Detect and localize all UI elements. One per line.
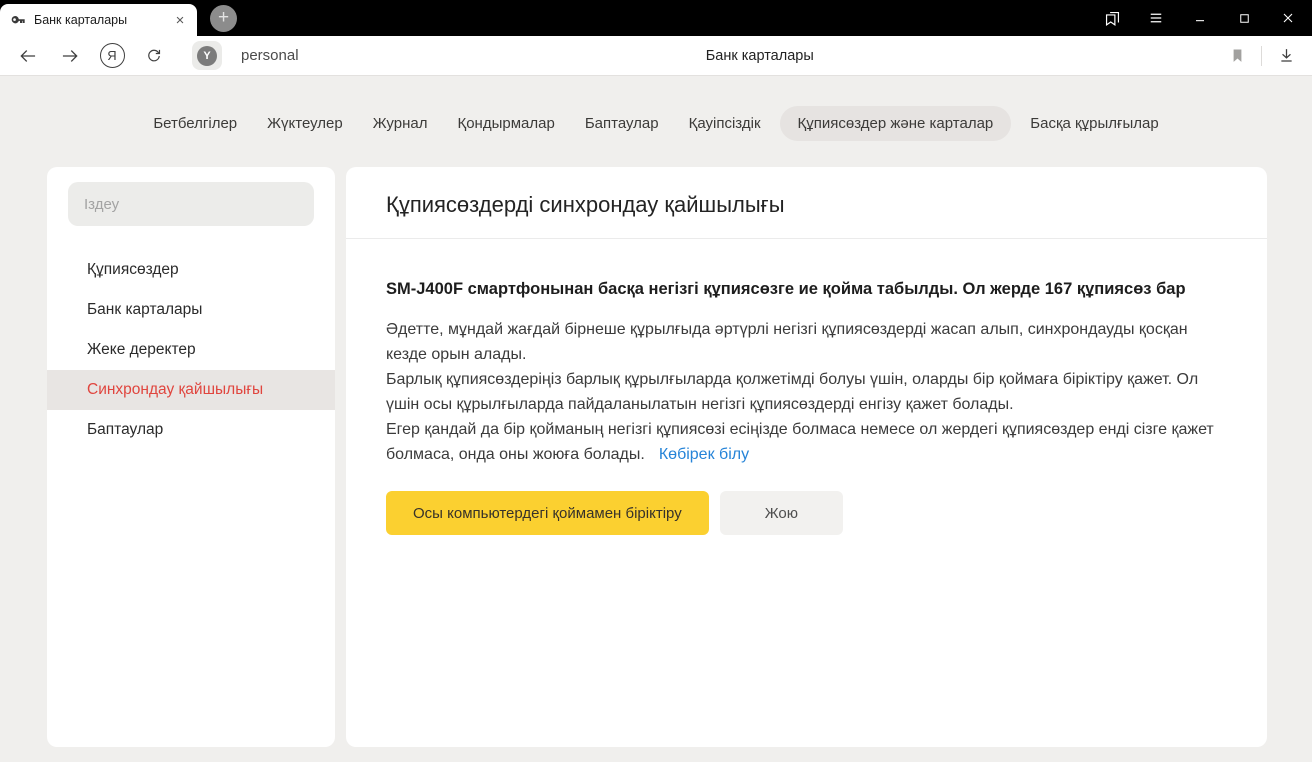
conflict-paragraph-text: Егер қандай да бір қойманың негізгі құпи… (386, 421, 1214, 463)
page-title: Құпиясөздерді синхрондау қайшылығы (346, 167, 1267, 218)
toolbar-divider (1261, 46, 1262, 66)
tab-title: Банк карталары (34, 13, 171, 27)
hamburger-menu-icon[interactable] (1134, 0, 1178, 36)
bookmark-flag-icon[interactable] (1221, 40, 1253, 72)
conflict-paragraph: Әдетте, мұндай жағдай бірнеше құрылғыда … (386, 317, 1227, 367)
window-bottom-edge (0, 747, 1312, 753)
nav-item-passwords-and-cards[interactable]: Құпиясөздер және карталар (780, 106, 1012, 141)
nav-item-settings[interactable]: Баптаулар (574, 106, 670, 141)
sidebar-list: Құпиясөздер Банк карталары Жеке деректер… (47, 250, 335, 450)
download-icon[interactable] (1270, 40, 1302, 72)
sidebar-item-bank-cards[interactable]: Банк карталары (47, 290, 335, 330)
nav-item-bookmarks[interactable]: Бетбелгілер (142, 106, 248, 141)
settings-nav: Бетбелгілер Жүктеулер Журнал Қондырмалар… (0, 76, 1312, 141)
tab-panels-icon[interactable] (1090, 0, 1134, 36)
content-panels: Құпиясөздер Банк карталары Жеке деректер… (47, 167, 1267, 747)
learn-more-link[interactable]: Көбірек білу (659, 446, 749, 463)
sidebar-item-personal-data[interactable]: Жеке деректер (47, 330, 335, 370)
forward-icon[interactable] (54, 40, 86, 72)
maximize-icon[interactable] (1222, 0, 1266, 36)
window-controls (1090, 0, 1310, 36)
yandex-letter: Я (100, 43, 125, 68)
sidebar-item-settings[interactable]: Баптаулар (47, 410, 335, 450)
close-icon[interactable] (1266, 0, 1310, 36)
minimize-icon[interactable] (1178, 0, 1222, 36)
toolbar: Я Y personal Банк карталары (0, 36, 1312, 76)
nav-item-downloads[interactable]: Жүктеулер (256, 106, 354, 141)
nav-item-security[interactable]: Қауіпсіздік (678, 106, 772, 141)
nav-item-history[interactable]: Журнал (362, 106, 439, 141)
browser-tab[interactable]: Банк карталары × (0, 4, 197, 36)
url-text[interactable]: personal (241, 47, 299, 64)
toolbar-page-title: Банк карталары (299, 48, 1221, 64)
profile-letter: Y (197, 46, 217, 66)
conflict-title: SM-J400F смартфонынан басқа негізгі құпи… (386, 276, 1227, 302)
sidebar-item-sync-conflict[interactable]: Синхрондау қайшылығы (47, 370, 335, 410)
conflict-paragraph: Барлық құпиясөздеріңіз барлық құрылғылар… (386, 367, 1227, 417)
settings-page: Бетбелгілер Жүктеулер Журнал Қондырмалар… (0, 76, 1312, 762)
profile-badge-icon[interactable]: Y (192, 41, 222, 70)
sidebar-item-passwords[interactable]: Құпиясөздер (47, 250, 335, 290)
delete-button[interactable]: Жою (720, 491, 843, 535)
key-favicon-icon (10, 12, 26, 28)
conflict-paragraph: Егер қандай да бір қойманың негізгі құпи… (386, 417, 1227, 467)
refresh-icon[interactable] (138, 40, 170, 72)
main-panel: Құпиясөздерді синхрондау қайшылығы SM-J4… (346, 167, 1267, 747)
action-buttons: Осы компьютердегі қоймамен біріктіру Жою (386, 491, 1227, 535)
yandex-logo-icon[interactable]: Я (96, 40, 128, 72)
search-input[interactable] (68, 182, 314, 226)
merge-storage-button[interactable]: Осы компьютердегі қоймамен біріктіру (386, 491, 709, 535)
nav-item-extensions[interactable]: Қондырмалар (446, 106, 565, 141)
tab-close-icon[interactable]: × (171, 11, 189, 29)
sidebar: Құпиясөздер Банк карталары Жеке деректер… (47, 167, 335, 747)
new-tab-button[interactable]: + (210, 5, 237, 32)
nav-item-other-devices[interactable]: Басқа құрылғылар (1019, 106, 1169, 141)
back-icon[interactable] (12, 40, 44, 72)
tab-bar: Банк карталары × + (0, 0, 1312, 36)
